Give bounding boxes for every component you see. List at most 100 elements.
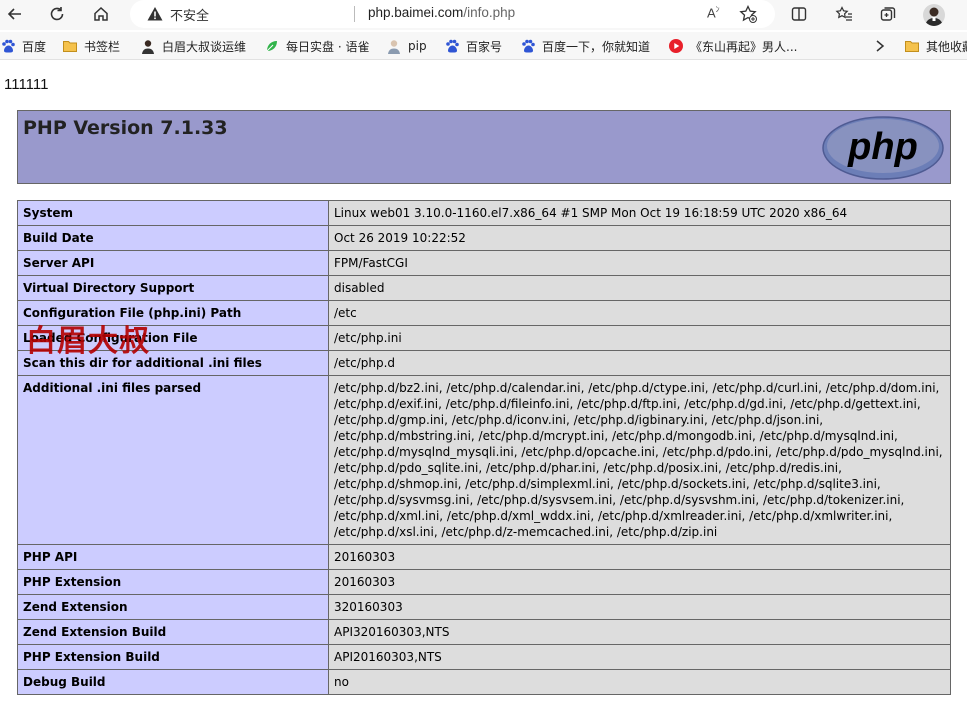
profile-icon	[142, 40, 154, 54]
info-value: no	[328, 669, 951, 695]
info-value: /etc/php.ini	[328, 325, 951, 351]
bookmark-baidu-search[interactable]: 百度一下，你就知道	[520, 37, 650, 55]
reload-icon	[50, 7, 64, 21]
page-output-text: 111111	[4, 76, 49, 93]
bookmark-label: 其他收藏	[926, 39, 967, 54]
bookmark-label: 每日实盘 · 语雀	[286, 39, 370, 54]
info-value: 320160303	[328, 594, 951, 620]
info-value: disabled	[328, 275, 951, 301]
profile-avatar[interactable]	[923, 4, 945, 26]
warning-icon[interactable]	[146, 5, 164, 23]
bookmark-baijiahao[interactable]: 百家号	[444, 37, 502, 55]
home-icon	[94, 6, 108, 21]
split-screen-icon	[791, 7, 807, 21]
table-row: Debug Build no	[17, 669, 951, 695]
info-key: PHP Extension	[17, 569, 329, 595]
url-path: /info.php	[463, 5, 516, 20]
bookmark-pip[interactable]: pip	[386, 37, 427, 55]
reload-button[interactable]	[44, 2, 70, 26]
info-value: API20160303,NTS	[328, 644, 951, 670]
back-arrow-icon	[7, 8, 21, 20]
bookmark-baimei-ops[interactable]: 白眉大叔谈运维	[140, 37, 246, 55]
info-key: Debug Build	[17, 669, 329, 695]
info-value: 20160303	[328, 544, 951, 570]
info-key: Zend Extension	[17, 594, 329, 620]
address-bar[interactable]: 不安全 php.baimei.com/info.php Aﾝ	[130, 0, 775, 28]
read-aloud-label: A	[707, 5, 716, 21]
info-key: Additional .ini files parsed	[17, 375, 329, 545]
info-key: PHP Extension Build	[17, 644, 329, 670]
watermark-text: 白眉大叔	[26, 324, 150, 359]
bookmark-label: 书签栏	[84, 39, 121, 54]
table-row: Scan this dir for additional .ini files /…	[17, 350, 951, 376]
address-divider	[354, 6, 355, 22]
bookmark-label: 百度一下，你就知道	[542, 39, 651, 54]
home-button[interactable]	[88, 2, 114, 26]
table-row: PHP Extension Build API20160303,NTS	[17, 644, 951, 670]
info-key: Zend Extension Build	[17, 619, 329, 645]
info-value: Oct 26 2019 10:22:52	[328, 225, 951, 251]
info-value: Linux web01 3.10.0-1160.el7.x86_64 #1 SM…	[328, 200, 951, 226]
info-value: 20160303	[328, 569, 951, 595]
url-host: php.baimei.com	[368, 5, 464, 20]
avatar-icon	[925, 7, 943, 26]
profile-icon	[388, 40, 400, 54]
table-row: Build Date Oct 26 2019 10:22:52	[17, 225, 951, 251]
bookmark-other-favorites[interactable]: 其他收藏	[904, 37, 967, 55]
info-key: Server API	[17, 250, 329, 276]
security-label[interactable]: 不安全	[170, 5, 209, 24]
read-aloud-button[interactable]: Aﾝ	[707, 4, 720, 20]
info-key: PHP API	[17, 544, 329, 570]
table-row: Server API FPM/FastCGI	[17, 250, 951, 276]
info-value: /etc/php.d	[328, 350, 951, 376]
favorites-button[interactable]	[831, 2, 857, 26]
table-row: Zend Extension 320160303	[17, 594, 951, 620]
table-row: System Linux web01 3.10.0-1160.el7.x86_64…	[17, 200, 951, 226]
split-screen-button[interactable]	[786, 2, 812, 26]
bookmark-video[interactable]: 《东山再起》男人...	[668, 37, 797, 55]
table-row: Configuration File (php.ini) Path/etc	[17, 300, 951, 326]
url-text[interactable]: php.baimei.com/info.php	[368, 5, 515, 20]
bookmark-folder-bookmarks[interactable]: 书签栏	[62, 37, 120, 55]
info-value: API320160303,NTS	[328, 619, 951, 645]
bookmark-baidu[interactable]: 百度	[0, 37, 46, 55]
bookmark-label: 百度	[22, 39, 47, 54]
info-key: Virtual Directory Support	[17, 275, 329, 301]
table-row: Additional .ini files parsed/etc/php.d/b…	[17, 375, 951, 545]
php-version-header: PHP Version 7.1.33 php	[17, 110, 951, 184]
bookmark-label: 白眉大叔谈运维	[162, 39, 247, 54]
baidu-paw-icon	[446, 39, 459, 53]
read-aloud-sup: ﾝ	[715, 5, 720, 14]
bookmark-label: pip	[408, 39, 427, 53]
chevron-right-icon[interactable]	[872, 37, 888, 55]
bookmark-label: 《东山再起》男人...	[690, 39, 798, 54]
bookmark-label: 百家号	[466, 39, 503, 54]
folder-icon	[63, 41, 77, 52]
info-value: /etc/php.d/bz2.ini, /etc/php.d/calendar.…	[328, 375, 951, 545]
table-row: Loaded Configuration File/etc/php.ini	[17, 325, 951, 351]
php-logo[interactable]: php	[822, 116, 944, 180]
table-row: Virtual Directory Support disabled	[17, 275, 951, 301]
collections-button[interactable]	[875, 2, 901, 26]
collections-icon	[880, 7, 896, 21]
back-button[interactable]	[2, 2, 28, 26]
baidu-paw-icon	[2, 39, 15, 53]
php-info-table: System Linux web01 3.10.0-1160.el7.x86_64…	[17, 200, 951, 695]
php-logo-text: php	[847, 126, 918, 168]
play-icon	[669, 39, 683, 53]
leaf-icon	[266, 41, 277, 52]
table-row: PHP API 20160303	[17, 544, 951, 570]
info-value: FPM/FastCGI	[328, 250, 951, 276]
table-row: Zend Extension Build API320160303,NTS	[17, 619, 951, 645]
php-version-title: PHP Version 7.1.33	[23, 117, 228, 139]
browser-toolbar: 不安全 php.baimei.com/info.php Aﾝ	[0, 0, 967, 30]
table-row: PHP Extension 20160303	[17, 569, 951, 595]
bookmark-yuque[interactable]: 每日实盘 · 语雀	[264, 37, 369, 55]
favorites-list-icon	[835, 6, 852, 21]
info-key: Build Date	[17, 225, 329, 251]
add-favorite-icon[interactable]	[738, 4, 758, 24]
info-key: System	[17, 200, 329, 226]
baidu-paw-icon	[522, 39, 535, 53]
folder-icon	[905, 41, 919, 52]
bookmarks-bar: 百度 书签栏 白眉大叔谈运维 每日实盘 · 语雀 pip 百家号 百度一下，你就…	[0, 32, 967, 60]
